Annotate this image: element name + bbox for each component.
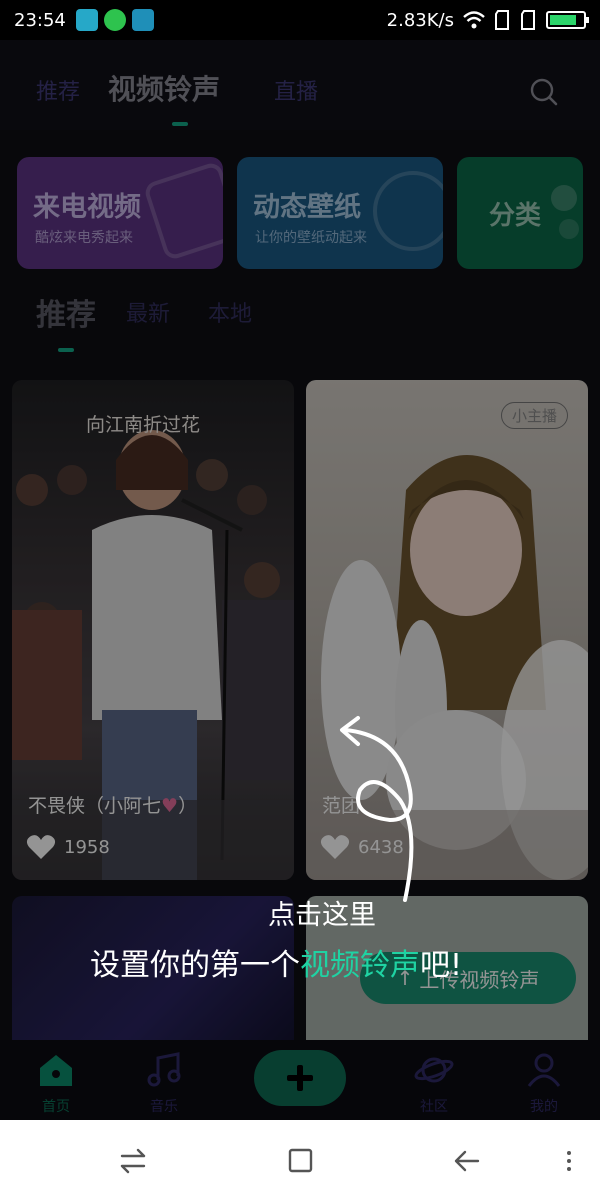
caption-suffix: ） <box>178 795 198 817</box>
planet-icon <box>414 1057 454 1083</box>
card-call-video[interactable]: 来电视频 酷炫来电秀起来 <box>17 157 223 269</box>
plus-icon <box>287 1065 313 1091</box>
card-title: 分类 <box>489 201 542 231</box>
wechat-icon <box>103 9 126 31</box>
hint-line-2: 设置你的第一个视频铃声吧! <box>90 940 462 984</box>
battery-icon <box>546 11 589 29</box>
bottom-nav-music[interactable]: 音乐 <box>134 1052 194 1116</box>
subtab-latest[interactable]: 最新 <box>126 296 170 328</box>
card-title: 来电视频 <box>33 192 141 223</box>
bubble-icon <box>551 185 577 211</box>
bottom-nav-label: 音乐 <box>150 1099 178 1115</box>
phone-icon <box>142 160 223 262</box>
create-button[interactable] <box>254 1050 346 1106</box>
wifi-icon <box>463 11 485 29</box>
gear-icon <box>373 171 443 251</box>
sim-app-icon <box>75 9 98 31</box>
android-navigation-bar <box>0 1120 600 1200</box>
bottom-nav-home[interactable]: 首页 <box>26 1052 86 1116</box>
subtab-recommend[interactable]: 推荐 <box>36 290 96 334</box>
card-subtitle: 让你的壁纸动起来 <box>255 230 367 246</box>
tab-recommend[interactable]: 推荐 <box>36 74 80 106</box>
usb-icon <box>131 9 154 31</box>
card-category[interactable]: 分类 <box>457 157 583 269</box>
video-tile[interactable]: 向江南折过花 不畏侠（小阿七♥） 1958 <box>12 380 294 880</box>
network-speed: 2.83K/s <box>386 9 454 31</box>
bottom-nav-label: 我的 <box>530 1099 558 1115</box>
status-bar: 23:54 2.83K/s <box>0 0 600 40</box>
video-caption: 不畏侠（小阿七♥） <box>28 791 197 818</box>
menu-dots-icon[interactable] <box>554 1146 584 1176</box>
subtab-local[interactable]: 本地 <box>208 296 252 328</box>
like-count[interactable]: 1958 <box>26 834 110 860</box>
subtab-indicator <box>58 348 74 352</box>
curved-arrow-icon <box>340 716 414 902</box>
hint-suffix: 吧! <box>420 948 463 983</box>
search-icon[interactable] <box>530 78 558 106</box>
heart-icon <box>26 835 56 859</box>
hint-line-1: 点击这里 <box>268 900 376 931</box>
bubble-icon <box>559 219 579 239</box>
switch-icon[interactable] <box>118 1146 148 1176</box>
card-title: 动态壁纸 <box>253 192 361 223</box>
home-square-icon[interactable] <box>286 1146 316 1176</box>
bottom-nav-profile[interactable]: 我的 <box>514 1052 574 1116</box>
tab-indicator <box>172 122 188 126</box>
tab-live[interactable]: 直播 <box>274 74 318 106</box>
person-icon <box>527 1053 561 1087</box>
like-count-value: 1958 <box>64 836 110 858</box>
back-icon[interactable] <box>452 1146 482 1176</box>
top-navigation: 推荐 视频铃声 直播 <box>0 40 600 130</box>
heart-emoji-icon: ♥ <box>161 795 179 817</box>
tab-video-ringtone[interactable]: 视频铃声 <box>108 68 220 108</box>
bottom-nav-label: 首页 <box>42 1099 70 1115</box>
sim-signal-icon-2 <box>521 10 535 30</box>
hint-prefix: 设置你的第一个 <box>90 948 300 983</box>
card-subtitle: 酷炫来电秀起来 <box>35 230 133 246</box>
bottom-nav-label: 社区 <box>420 1099 448 1115</box>
video-overlay-title: 向江南折过花 <box>86 414 201 436</box>
status-time: 23:54 <box>14 9 66 31</box>
hint-highlight: 视频铃声 <box>300 948 420 983</box>
bottom-tab-bar: 首页 音乐 社区 我的 <box>0 1040 600 1120</box>
video-caption-text: 不畏侠（小阿七 <box>28 795 162 817</box>
sim-signal-icon <box>495 10 509 30</box>
streamer-badge: 小主播 <box>500 402 568 429</box>
bottom-nav-community[interactable]: 社区 <box>404 1052 464 1116</box>
music-note-icon <box>147 1052 181 1087</box>
card-live-wallpaper[interactable]: 动态壁纸 让你的壁纸动起来 <box>237 157 443 269</box>
home-icon <box>40 1055 72 1086</box>
